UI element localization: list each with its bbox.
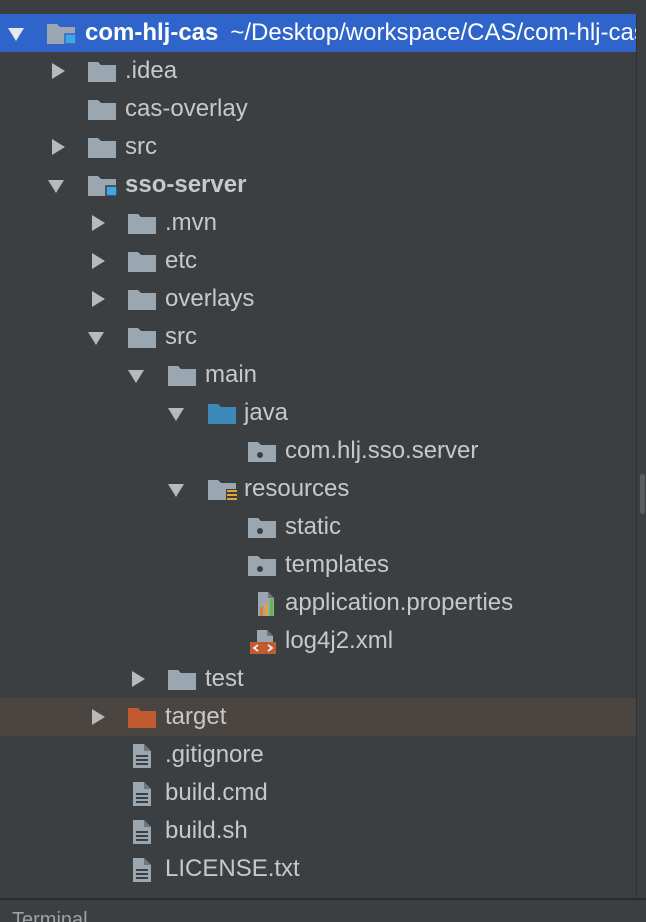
folder-icon (127, 325, 157, 349)
text-file-icon (131, 781, 161, 806)
tree-item-label: test (205, 665, 244, 692)
collapse-arrow-icon[interactable] (46, 128, 76, 166)
tree-row-target[interactable]: target (0, 698, 636, 736)
text-file-icon (131, 743, 161, 768)
tree-item-label: sso-server (125, 171, 247, 198)
collapse-arrow-icon[interactable] (86, 280, 116, 318)
tree-row-overlays[interactable]: overlays (0, 280, 636, 318)
tree-item-label: log4j2.xml (285, 627, 394, 654)
package-folder-icon (247, 439, 277, 463)
terminal-tab[interactable]: Terminal (12, 908, 88, 922)
resources-folder-icon (207, 477, 238, 501)
folder-icon (167, 667, 197, 691)
expand-arrow-icon[interactable] (126, 356, 156, 394)
properties-file-icon (252, 591, 282, 616)
tree-item-label: target (165, 703, 227, 730)
tree-item-label: java (244, 399, 289, 426)
folder-icon (87, 97, 117, 121)
tree-item-label: src (165, 323, 197, 350)
tree-row-cas-overlay[interactable]: cas-overlay (0, 90, 636, 128)
tree-item-label: .gitignore (165, 741, 264, 768)
tree-item-label: templates (285, 551, 390, 578)
module-folder-icon (87, 173, 118, 197)
tree-row-root[interactable]: com-hlj-cas ~/Desktop/workspace/CAS/com-h… (0, 14, 646, 52)
tree-row-main[interactable]: main (0, 356, 636, 394)
collapse-arrow-icon[interactable] (86, 698, 116, 736)
expand-arrow-icon[interactable] (86, 318, 116, 356)
scrollbar-thumb[interactable] (640, 474, 645, 514)
package-folder-icon (247, 515, 277, 539)
tree-item-label: overlays (165, 285, 255, 312)
collapse-arrow-icon[interactable] (46, 52, 76, 90)
folder-icon (127, 249, 157, 273)
tree-row-etc[interactable]: etc (0, 242, 636, 280)
tree-row-build-sh[interactable]: build.sh (0, 812, 636, 850)
module-folder-icon (46, 21, 77, 45)
tree-row-log4j2[interactable]: log4j2.xml (0, 622, 636, 660)
tree-item-label: LICENSE.txt (165, 855, 300, 882)
tree-row-mvn[interactable]: .mvn (0, 204, 636, 242)
text-file-icon (131, 857, 161, 882)
tree-item-label: main (205, 361, 258, 388)
tree-row-license[interactable]: LICENSE.txt (0, 850, 636, 888)
tree-row-sso-src[interactable]: src (0, 318, 636, 356)
tree-item-label: .mvn (165, 209, 218, 236)
tree-row-idea[interactable]: .idea (0, 52, 636, 90)
tree-item-label: .idea (125, 57, 178, 84)
collapse-arrow-icon[interactable] (86, 204, 116, 242)
tree-row-build-cmd[interactable]: build.cmd (0, 774, 636, 812)
tree-row-templates[interactable]: templates (0, 546, 636, 584)
text-file-icon (131, 819, 161, 844)
folder-icon (87, 59, 117, 83)
tree-item-label: cas-overlay (125, 95, 248, 122)
expand-arrow-icon[interactable] (166, 470, 196, 508)
folder-icon (127, 211, 157, 235)
project-tree[interactable]: com-hlj-cas ~/Desktop/workspace/CAS/com-h… (0, 14, 646, 888)
tree-row-package[interactable]: com.hlj.sso.server (0, 432, 636, 470)
tree-row-resources[interactable]: resources (0, 470, 636, 508)
source-folder-icon (207, 401, 237, 425)
xml-file-icon (249, 629, 279, 654)
tree-row-gitignore[interactable]: .gitignore (0, 736, 636, 774)
expand-arrow-icon[interactable] (166, 394, 196, 432)
tool-window-header (0, 0, 646, 15)
tree-row-application-properties[interactable]: application.properties (0, 584, 636, 622)
tree-item-label: application.properties (285, 589, 514, 616)
tree-row-sso-server[interactable]: sso-server (0, 166, 636, 204)
collapse-arrow-icon[interactable] (126, 660, 156, 698)
vertical-scrollbar[interactable] (636, 14, 646, 912)
tree-row-static[interactable]: static (0, 508, 636, 546)
root-path: ~/Desktop/workspace/CAS/com-hlj-cas (230, 19, 646, 46)
package-folder-icon (247, 553, 277, 577)
tree-item-label: static (285, 513, 342, 540)
tree-item-label: src (125, 133, 157, 160)
tree-item-label: build.cmd (165, 779, 268, 806)
folder-icon (87, 135, 117, 159)
collapse-arrow-icon[interactable] (86, 242, 116, 280)
tree-row-java[interactable]: java (0, 394, 636, 432)
excluded-folder-icon (127, 705, 157, 729)
tree-row-src[interactable]: src (0, 128, 636, 166)
folder-icon (167, 363, 197, 387)
folder-icon (127, 287, 157, 311)
project-tool-window: com-hlj-cas ~/Desktop/workspace/CAS/com-h… (0, 0, 646, 922)
root-name: com-hlj-cas (85, 19, 219, 46)
expand-arrow-icon[interactable] (6, 14, 36, 52)
tree-item-label: com.hlj.sso.server (285, 437, 479, 464)
expand-arrow-icon[interactable] (46, 166, 76, 204)
tree-row-test[interactable]: test (0, 660, 636, 698)
tree-item-label: build.sh (165, 817, 248, 844)
tree-item-label: resources (244, 475, 350, 502)
bottom-tool-bar: Terminal (0, 898, 646, 922)
tree-item-label: etc (165, 247, 198, 274)
